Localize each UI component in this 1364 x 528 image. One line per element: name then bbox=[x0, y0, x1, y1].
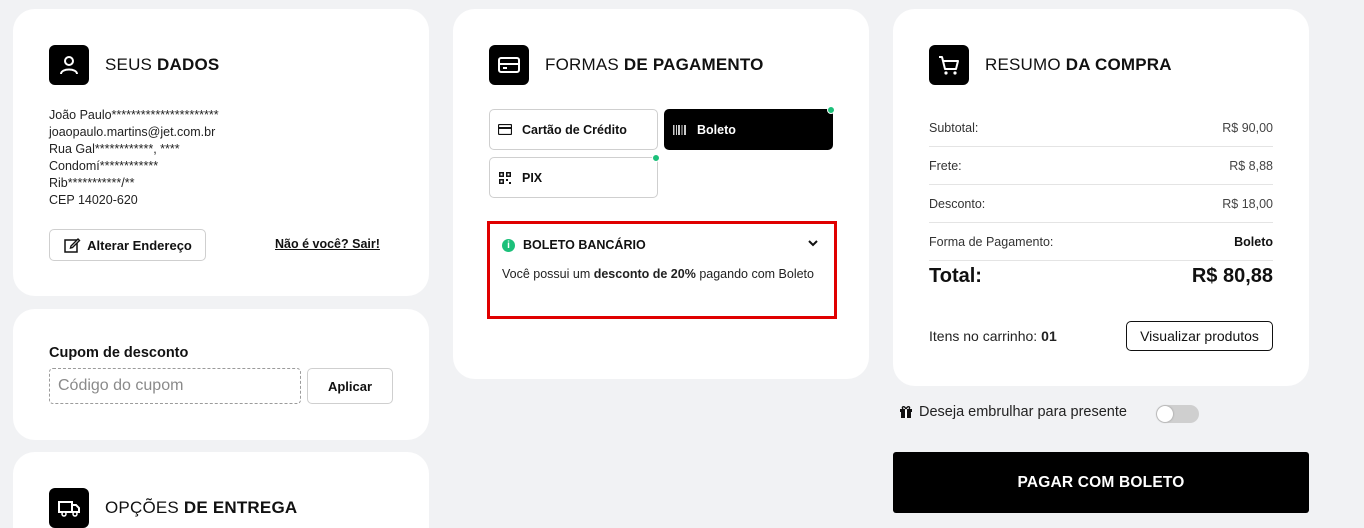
seus-dados-header: SEUS DADOS bbox=[49, 45, 219, 85]
summary-label: Forma de Pagamento: bbox=[929, 234, 1054, 249]
total-row: Total: R$ 80,88 bbox=[929, 265, 1273, 288]
payment-option-label: PIX bbox=[522, 170, 543, 185]
barcode-icon bbox=[673, 123, 687, 137]
info-icon: i bbox=[502, 238, 515, 252]
pay-with-boleto-button[interactable]: PAGAR COM BOLETO bbox=[893, 452, 1309, 513]
entrega-card: OPÇÕES DE ENTREGA bbox=[13, 452, 429, 528]
payment-option-label: Boleto bbox=[697, 122, 736, 137]
resumo-title: RESUMO DA COMPRA bbox=[985, 55, 1172, 74]
total-label: Total: bbox=[929, 265, 982, 287]
address-line: João Paulo********************** bbox=[49, 108, 219, 122]
gift-icon bbox=[899, 405, 913, 419]
cupom-card: Cupom de desconto Aplicar bbox=[13, 309, 429, 440]
summary-label: Frete: bbox=[929, 158, 962, 173]
summary-row-desconto: Desconto: R$ 18,00 bbox=[929, 185, 1273, 223]
change-address-label: Alterar Endereço bbox=[87, 237, 192, 253]
summary-row-payment-method: Forma de Pagamento: Boleto bbox=[929, 223, 1273, 261]
boleto-status-dot bbox=[827, 106, 835, 114]
qr-code-icon bbox=[498, 171, 512, 185]
address-line: joaopaulo.martins@jet.com.br bbox=[49, 125, 216, 139]
payment-option-credit-card[interactable]: Cartão de Crédito bbox=[489, 109, 658, 150]
entrega-header: OPÇÕES DE ENTREGA bbox=[49, 488, 297, 528]
address-line: Rib***********/** bbox=[49, 176, 135, 190]
summary-value: R$ 8,88 bbox=[1229, 158, 1273, 173]
cart-icon bbox=[929, 45, 969, 85]
address-line: CEP 14020-620 bbox=[49, 193, 138, 207]
payment-option-label: Cartão de Crédito bbox=[522, 122, 627, 137]
truck-icon bbox=[49, 488, 89, 528]
view-products-button[interactable]: Visualizar produtos bbox=[1126, 321, 1273, 351]
coupon-input[interactable] bbox=[49, 368, 301, 404]
summary-label: Subtotal: bbox=[929, 120, 979, 135]
resumo-header: RESUMO DA COMPRA bbox=[929, 45, 1172, 85]
summary-value: Boleto bbox=[1234, 234, 1273, 249]
boleto-info-header[interactable]: i BOLETO BANCÁRIO bbox=[502, 238, 646, 252]
payment-option-boleto[interactable]: Boleto bbox=[664, 109, 833, 150]
resumo-card: RESUMO DA COMPRA Subtotal: R$ 90,00 Fret… bbox=[893, 9, 1309, 386]
cart-items-count: Itens no carrinho: 01 bbox=[929, 328, 1057, 344]
user-icon bbox=[49, 45, 89, 85]
address-block: João Paulo********************** joaopau… bbox=[49, 107, 219, 209]
summary-row-subtotal: Subtotal: R$ 90,00 bbox=[929, 109, 1273, 147]
edit-icon bbox=[63, 236, 81, 254]
boleto-info-box: i BOLETO BANCÁRIO Você possui um descont… bbox=[487, 221, 837, 319]
gift-wrap-option: Deseja embrulhar para presente bbox=[899, 404, 1127, 420]
apply-coupon-button[interactable]: Aplicar bbox=[307, 368, 393, 404]
seus-dados-title: SEUS DADOS bbox=[105, 55, 220, 74]
chevron-down-icon[interactable] bbox=[808, 238, 818, 250]
toggle-knob bbox=[1157, 406, 1173, 422]
credit-card-icon bbox=[498, 123, 512, 137]
change-address-button[interactable]: Alterar Endereço bbox=[49, 229, 206, 261]
summary-label: Desconto: bbox=[929, 196, 986, 211]
boleto-info-title: BOLETO BANCÁRIO bbox=[523, 238, 646, 252]
summary-row-frete: Frete: R$ 8,88 bbox=[929, 147, 1273, 185]
pagamento-header: FORMAS DE PAGAMENTO bbox=[489, 45, 764, 85]
entrega-title: OPÇÕES DE ENTREGA bbox=[105, 498, 298, 517]
gift-label: Deseja embrulhar para presente bbox=[919, 404, 1127, 420]
pagamento-card: FORMAS DE PAGAMENTO Cartão de Crédito Bo… bbox=[453, 9, 869, 379]
summary-value: R$ 18,00 bbox=[1222, 196, 1273, 211]
address-line: Condomí************ bbox=[49, 159, 159, 173]
address-line: Rua Gal************, **** bbox=[49, 142, 180, 156]
card-icon bbox=[489, 45, 529, 85]
pix-status-dot bbox=[652, 154, 660, 162]
boleto-info-text: Você possui um desconto de 20% pagando c… bbox=[502, 267, 814, 281]
total-value: R$ 80,88 bbox=[1191, 265, 1273, 287]
gift-wrap-toggle[interactable] bbox=[1156, 405, 1199, 423]
payment-option-pix[interactable]: PIX bbox=[489, 157, 658, 198]
cupom-label: Cupom de desconto bbox=[49, 345, 189, 361]
seus-dados-card: SEUS DADOS João Paulo*******************… bbox=[13, 9, 429, 296]
logout-link[interactable]: Não é você? Sair! bbox=[275, 237, 380, 251]
pagamento-title: FORMAS DE PAGAMENTO bbox=[545, 55, 764, 74]
summary-value: R$ 90,00 bbox=[1222, 120, 1273, 135]
